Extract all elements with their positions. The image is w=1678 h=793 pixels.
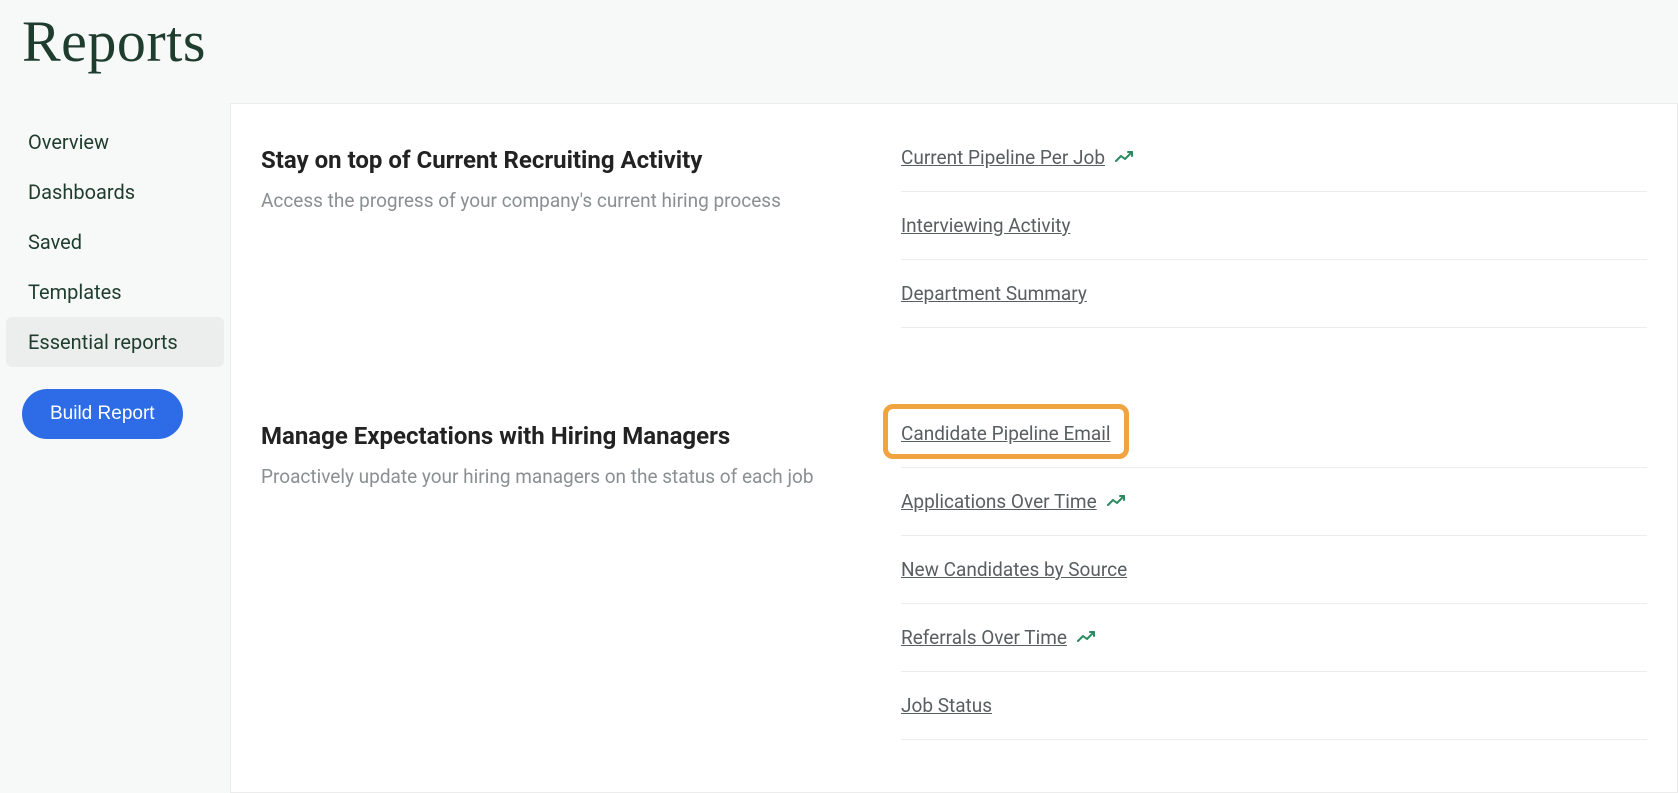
layout-container: Overview Dashboards Saved Templates Esse… bbox=[0, 103, 1678, 793]
section-title: Manage Expectations with Hiring Managers bbox=[261, 422, 901, 450]
section-links: Candidate Pipeline Email Applications Ov… bbox=[901, 422, 1647, 762]
section-current-activity: Stay on top of Current Recruiting Activi… bbox=[261, 146, 1647, 350]
link-row: Candidate Pipeline Email bbox=[901, 422, 1647, 468]
link-row: Current Pipeline Per Job bbox=[901, 146, 1647, 192]
sidebar-item-saved[interactable]: Saved bbox=[6, 217, 224, 267]
sidebar-item-templates[interactable]: Templates bbox=[6, 267, 224, 317]
link-row: Interviewing Activity bbox=[901, 214, 1647, 260]
link-row: Department Summary bbox=[901, 282, 1647, 328]
sidebar-item-essential-reports[interactable]: Essential reports bbox=[6, 317, 224, 367]
main-content: Stay on top of Current Recruiting Activi… bbox=[230, 103, 1678, 793]
section-description: Access the progress of your company's cu… bbox=[261, 188, 901, 215]
chart-icon bbox=[1107, 495, 1125, 509]
section-header: Manage Expectations with Hiring Managers… bbox=[261, 422, 901, 762]
section-description: Proactively update your hiring managers … bbox=[261, 464, 901, 491]
link-row: Applications Over Time bbox=[901, 490, 1647, 536]
section-header: Stay on top of Current Recruiting Activi… bbox=[261, 146, 901, 350]
page-title: Reports bbox=[0, 0, 1678, 103]
report-link-interviewing-activity[interactable]: Interviewing Activity bbox=[901, 214, 1070, 237]
report-link-applications-over-time[interactable]: Applications Over Time bbox=[901, 490, 1097, 513]
link-row: Referrals Over Time bbox=[901, 626, 1647, 672]
link-row: New Candidates by Source bbox=[901, 558, 1647, 604]
link-row: Job Status bbox=[901, 694, 1647, 740]
section-manage-expectations: Manage Expectations with Hiring Managers… bbox=[261, 422, 1647, 762]
build-report-button[interactable]: Build Report bbox=[22, 389, 183, 439]
sidebar: Overview Dashboards Saved Templates Esse… bbox=[0, 103, 230, 793]
sidebar-item-overview[interactable]: Overview bbox=[6, 117, 224, 167]
section-title: Stay on top of Current Recruiting Activi… bbox=[261, 146, 901, 174]
report-link-job-status[interactable]: Job Status bbox=[901, 694, 992, 717]
chart-icon bbox=[1077, 631, 1095, 645]
report-link-referrals-over-time[interactable]: Referrals Over Time bbox=[901, 626, 1067, 649]
report-link-new-candidates-by-source[interactable]: New Candidates by Source bbox=[901, 558, 1127, 581]
report-link-candidate-pipeline-email[interactable]: Candidate Pipeline Email bbox=[901, 422, 1111, 445]
report-link-current-pipeline-per-job[interactable]: Current Pipeline Per Job bbox=[901, 146, 1105, 169]
report-link-department-summary[interactable]: Department Summary bbox=[901, 282, 1087, 305]
sidebar-item-dashboards[interactable]: Dashboards bbox=[6, 167, 224, 217]
chart-icon bbox=[1115, 151, 1133, 165]
section-links: Current Pipeline Per Job Interviewing Ac… bbox=[901, 146, 1647, 350]
